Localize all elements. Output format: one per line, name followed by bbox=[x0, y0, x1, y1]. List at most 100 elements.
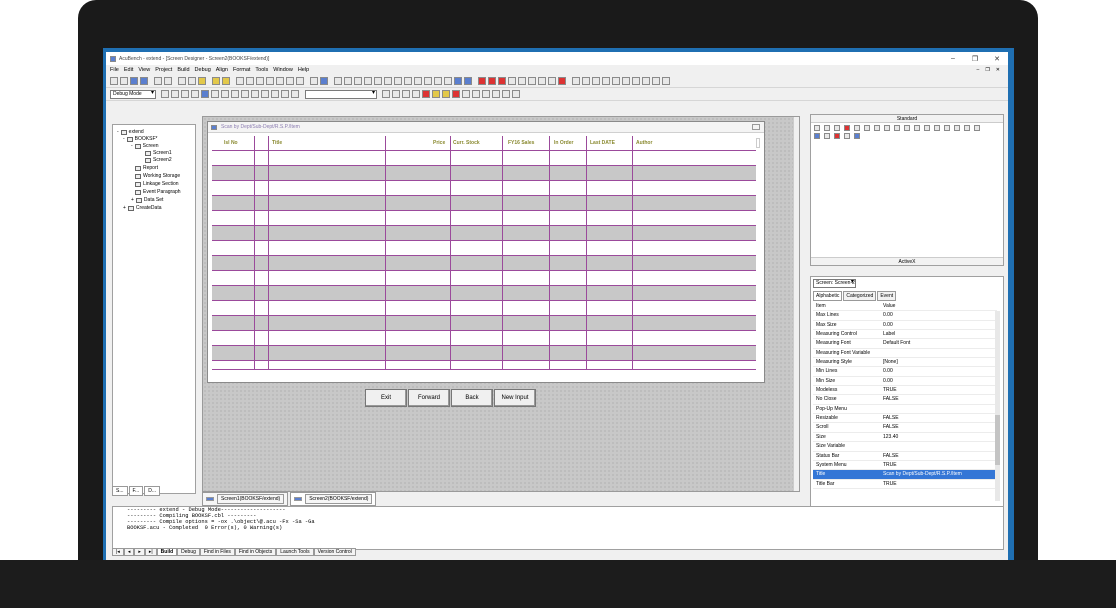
property-value[interactable]: FALSE bbox=[883, 395, 997, 403]
property-row[interactable]: Modeless TRUE bbox=[813, 386, 997, 396]
exit-button[interactable]: Exit bbox=[365, 389, 407, 407]
property-value[interactable]: 0.00 bbox=[883, 321, 997, 329]
toolbox-header[interactable]: Standard bbox=[811, 115, 1003, 123]
table-row[interactable] bbox=[212, 166, 756, 181]
tree-item-extend[interactable]: - extend bbox=[117, 129, 144, 135]
minimize-button[interactable]: – bbox=[942, 55, 964, 63]
mdi-close-button[interactable]: ✕ bbox=[996, 67, 1000, 73]
progress-tool-icon[interactable] bbox=[844, 133, 850, 139]
property-value[interactable]: Label bbox=[883, 330, 997, 338]
screen-designer-canvas[interactable]: Scan by Dept/Sub-Dept/R.S.P./Item Isl No… bbox=[202, 116, 800, 492]
tool-icon[interactable] bbox=[231, 90, 239, 98]
property-value[interactable]: FALSE bbox=[883, 452, 997, 460]
property-value[interactable] bbox=[883, 442, 997, 450]
tool-icon[interactable] bbox=[412, 90, 420, 98]
tool-icon[interactable] bbox=[241, 90, 249, 98]
table-row[interactable] bbox=[212, 316, 756, 331]
tab-tool-icon[interactable] bbox=[934, 125, 940, 131]
tab-find-in-objects[interactable]: Find in Objects bbox=[234, 548, 277, 556]
align-icon[interactable] bbox=[364, 77, 372, 85]
step-icon[interactable] bbox=[612, 77, 620, 85]
breakpoint-icon[interactable] bbox=[478, 77, 486, 85]
tab-screen2[interactable]: Screen2(BOOKSF/extend) bbox=[290, 492, 377, 506]
align-icon[interactable] bbox=[344, 77, 352, 85]
binoculars-icon[interactable] bbox=[310, 77, 318, 85]
property-row[interactable]: Min Lines 0.00 bbox=[813, 367, 997, 377]
menu-debug[interactable]: Debug bbox=[195, 67, 211, 73]
layout-icon[interactable] bbox=[246, 77, 254, 85]
save-all-icon[interactable] bbox=[140, 77, 148, 85]
tab-alphabetic[interactable]: Alphabetic bbox=[813, 291, 843, 301]
tree-item-data-set[interactable]: + Data Set bbox=[131, 197, 163, 203]
step-icon[interactable] bbox=[622, 77, 630, 85]
property-row[interactable]: System Menu TRUE bbox=[813, 461, 997, 471]
property-row[interactable]: Status Bar FALSE bbox=[813, 452, 997, 461]
copy-icon[interactable] bbox=[188, 77, 196, 85]
property-row[interactable]: Min Size 0.00 bbox=[813, 377, 997, 387]
layout-icon[interactable] bbox=[296, 77, 304, 85]
property-row[interactable]: Item Value bbox=[813, 302, 997, 312]
align-icon[interactable] bbox=[404, 77, 412, 85]
tree-item-working-storage[interactable]: Working Storage bbox=[135, 173, 180, 179]
tool-icon[interactable] bbox=[171, 90, 179, 98]
form-close-icon[interactable] bbox=[752, 124, 760, 130]
close-button[interactable]: ✕ bbox=[986, 55, 1008, 63]
tool-icon[interactable] bbox=[502, 90, 510, 98]
tab-nav-last[interactable]: ▸| bbox=[144, 548, 157, 556]
designer-scrollbar[interactable] bbox=[793, 117, 799, 491]
tool-icon[interactable] bbox=[161, 90, 169, 98]
debug-icon[interactable] bbox=[508, 77, 516, 85]
mdi-restore-button[interactable]: ❐ bbox=[985, 67, 989, 73]
tab-build[interactable]: Build bbox=[156, 548, 178, 556]
debug-icon[interactable] bbox=[548, 77, 556, 85]
grid-scrollbar[interactable] bbox=[756, 138, 760, 148]
align-icon[interactable] bbox=[384, 77, 392, 85]
table-row[interactable] bbox=[212, 271, 756, 286]
tab-nav-first[interactable]: |◂ bbox=[112, 548, 124, 556]
property-row[interactable]: Size 123.40 bbox=[813, 433, 997, 443]
data-grid[interactable]: Isl No Title Price Curr. Stock FY16 Sale… bbox=[212, 136, 756, 370]
grid-icon[interactable] bbox=[454, 77, 462, 85]
breakpoint-icon[interactable] bbox=[498, 77, 506, 85]
tab-screen1[interactable]: Screen1(BOOKSF/extend) bbox=[202, 492, 289, 506]
color-icon[interactable] bbox=[442, 90, 450, 98]
slider-tool-icon[interactable] bbox=[824, 133, 830, 139]
table-row[interactable] bbox=[212, 151, 756, 166]
tool-icon[interactable] bbox=[472, 90, 480, 98]
debug-icon[interactable] bbox=[528, 77, 536, 85]
table-row[interactable] bbox=[212, 256, 756, 271]
activex-tool-icon[interactable] bbox=[854, 133, 860, 139]
tree-item-screen2[interactable]: Screen2 bbox=[145, 157, 172, 163]
table-row[interactable] bbox=[212, 241, 756, 256]
align-icon[interactable] bbox=[434, 77, 442, 85]
form-window[interactable]: Scan by Dept/Sub-Dept/R.S.P./Item Isl No… bbox=[207, 121, 765, 383]
property-value[interactable]: Scan by Dept/Sub-Dept/R.S.P./Item bbox=[883, 470, 997, 478]
step-icon[interactable] bbox=[642, 77, 650, 85]
tool-icon[interactable] bbox=[492, 90, 500, 98]
check-box-tool-icon[interactable] bbox=[854, 125, 860, 131]
menu-edit[interactable]: Edit bbox=[124, 67, 133, 73]
property-row[interactable]: Resizable FALSE bbox=[813, 414, 997, 424]
tool-icon[interactable] bbox=[512, 90, 520, 98]
tool-icon[interactable] bbox=[201, 90, 209, 98]
property-row[interactable]: Measuring Font Default Font bbox=[813, 339, 997, 349]
tool-icon[interactable] bbox=[392, 90, 400, 98]
align-icon[interactable] bbox=[424, 77, 432, 85]
object-combo[interactable] bbox=[305, 89, 377, 99]
save-icon[interactable] bbox=[130, 77, 138, 85]
property-row[interactable]: Scroll FALSE bbox=[813, 423, 997, 433]
debug-icon[interactable] bbox=[538, 77, 546, 85]
menu-help[interactable]: Help bbox=[298, 67, 309, 73]
push-button-tool-icon[interactable] bbox=[874, 125, 880, 131]
align-icon[interactable] bbox=[414, 77, 422, 85]
tool-icon[interactable] bbox=[281, 90, 289, 98]
property-row[interactable]: Pop-Up Menu bbox=[813, 405, 997, 415]
table-row[interactable] bbox=[212, 361, 756, 370]
property-row[interactable]: Measuring Style [None] bbox=[813, 358, 997, 368]
menu-format[interactable]: Format bbox=[233, 67, 250, 73]
tab-debug[interactable]: Debug bbox=[177, 548, 200, 556]
toolbox-footer[interactable]: ActiveX bbox=[811, 257, 1003, 265]
combo-box-tool-icon[interactable] bbox=[884, 125, 890, 131]
tab-files[interactable]: F... bbox=[128, 486, 144, 496]
property-row[interactable]: No Close FALSE bbox=[813, 395, 997, 405]
